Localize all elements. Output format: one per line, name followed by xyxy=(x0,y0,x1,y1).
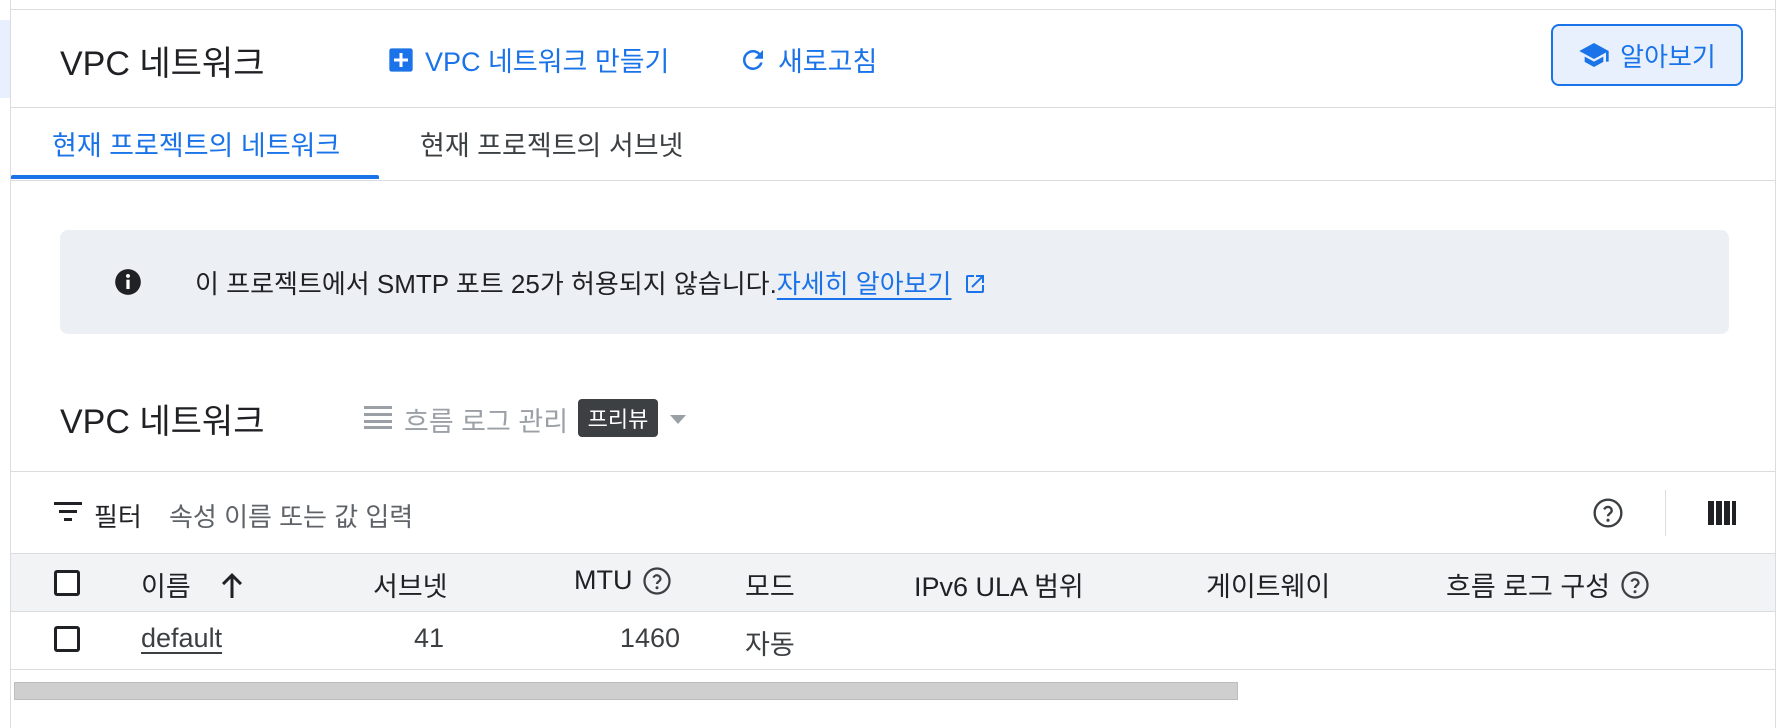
create-network-button[interactable]: VPC 네트워크 만들기 xyxy=(387,40,669,79)
divider xyxy=(11,471,1775,472)
frame-border-right xyxy=(1775,0,1776,728)
help-icon[interactable] xyxy=(1620,570,1650,600)
toolbar-divider xyxy=(1665,490,1666,536)
select-all-checkbox[interactable] xyxy=(54,570,80,596)
help-icon[interactable] xyxy=(1592,497,1624,529)
flow-logs-button[interactable]: 흐름 로그 관리 xyxy=(404,400,568,439)
external-link-icon[interactable] xyxy=(963,272,987,296)
column-header-ipv6-ula[interactable]: IPv6 ULA 범위 xyxy=(914,565,1084,604)
sidebar-edge xyxy=(0,20,10,98)
table-row xyxy=(11,612,1775,669)
page-title: VPC 네트워크 xyxy=(60,45,265,83)
sort-ascending-icon[interactable] xyxy=(219,570,245,600)
refresh-button[interactable]: 새로고침 xyxy=(738,40,877,79)
column-header-mtu[interactable]: MTU xyxy=(574,565,672,596)
subnets-cell: 41 xyxy=(413,623,444,653)
filter-label: 필터 xyxy=(94,502,142,532)
divider xyxy=(11,180,1775,181)
horizontal-scrollbar[interactable] xyxy=(14,682,1238,700)
learn-more-link[interactable]: 자세히 알아보기 xyxy=(777,269,952,299)
preview-badge: 프리뷰 xyxy=(578,399,658,437)
divider xyxy=(11,669,1775,670)
learn-button[interactable]: 알아보기 xyxy=(1551,24,1743,86)
banner-text: 이 프로젝트에서 SMTP 포트 25가 허용되지 않습니다. xyxy=(195,269,777,299)
divider xyxy=(11,9,1775,10)
list-icon xyxy=(364,404,392,430)
tab-subnets[interactable]: 현재 프로젝트의 서브넷 xyxy=(420,124,683,163)
dropdown-arrow-icon[interactable] xyxy=(669,413,687,425)
column-header-name[interactable]: 이름 xyxy=(141,565,245,604)
info-icon xyxy=(114,268,142,296)
row-checkbox[interactable] xyxy=(54,626,80,652)
network-name-link[interactable]: default xyxy=(141,623,222,654)
column-header-mtu-label: MTU xyxy=(574,565,633,595)
divider xyxy=(11,107,1775,108)
help-icon[interactable] xyxy=(642,566,672,596)
column-header-flow-logs[interactable]: 흐름 로그 구성 xyxy=(1446,565,1650,604)
school-icon xyxy=(1578,40,1610,70)
banner-message: 이 프로젝트에서 SMTP 포트 25가 허용되지 않습니다.자세히 알아보기 xyxy=(195,264,987,301)
refresh-icon xyxy=(738,45,768,75)
create-network-label: VPC 네트워크 만들기 xyxy=(425,47,670,77)
section-title: VPC 네트워크 xyxy=(60,403,265,441)
filter-input[interactable]: 속성 이름 또는 값 입력 xyxy=(169,497,413,534)
column-header-flow-logs-label: 흐름 로그 구성 xyxy=(1446,572,1611,602)
tab-networks[interactable]: 현재 프로젝트의 네트워크 xyxy=(52,124,340,163)
refresh-label: 새로고침 xyxy=(778,47,878,77)
column-display-icon[interactable] xyxy=(1708,499,1736,527)
add-box-icon xyxy=(387,46,415,74)
learn-label: 알아보기 xyxy=(1620,41,1716,72)
mtu-cell: 1460 xyxy=(619,623,680,653)
column-header-name-label: 이름 xyxy=(141,572,191,602)
column-header-subnets[interactable]: 서브넷 xyxy=(373,565,448,604)
column-header-mode[interactable]: 모드 xyxy=(745,565,795,604)
mode-cell: 자동 xyxy=(745,630,795,660)
column-header-gateway[interactable]: 게이트웨이 xyxy=(1206,565,1330,604)
filter-icon[interactable] xyxy=(54,499,82,525)
active-tab-indicator xyxy=(11,175,379,179)
